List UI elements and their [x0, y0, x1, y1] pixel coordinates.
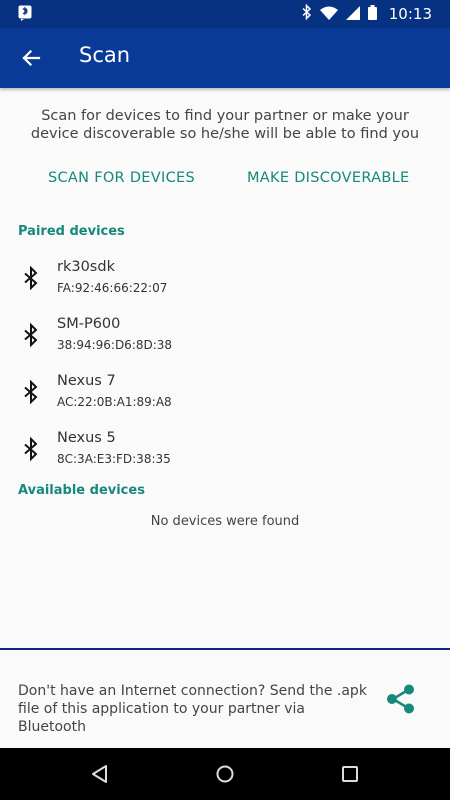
list-item[interactable]: SM-P600 38:94:96:D6:8D:38: [0, 311, 450, 368]
bluetooth-icon: [24, 380, 38, 404]
intro-text: Scan for devices to find your partner or…: [30, 108, 420, 142]
nav-recents-button[interactable]: [339, 763, 361, 785]
share-button[interactable]: [383, 681, 419, 717]
device-mac-address: 8C:3A:E3:FD:38:35: [57, 452, 171, 466]
nav-recents-icon: [342, 766, 358, 782]
status-time: 10:13: [388, 5, 432, 23]
device-name: SM-P600: [57, 316, 121, 332]
share-icon: [387, 684, 414, 714]
navigation-bar: [0, 748, 450, 800]
list-item[interactable]: Nexus 7 AC:22:0B:A1:89:A8: [0, 368, 450, 425]
device-name: Nexus 5: [57, 430, 116, 446]
status-bar: 10:13: [0, 0, 450, 28]
paired-device-list: rk30sdk FA:92:46:66:22:07 SM-P600 38:94:…: [0, 254, 450, 482]
nav-back-icon: [92, 765, 107, 783]
battery-icon: [367, 4, 377, 24]
device-mac-address: FA:92:46:66:22:07: [57, 281, 168, 295]
page-title: Scan: [79, 43, 131, 67]
nav-home-button[interactable]: [214, 763, 236, 785]
notification-app-icon: [18, 5, 32, 25]
bluetooth-icon: [24, 323, 38, 347]
bluetooth-icon: [24, 266, 38, 290]
app-bar: Scan: [0, 28, 450, 88]
device-mac-address: 38:94:96:D6:8D:38: [57, 338, 173, 352]
scan-for-devices-button[interactable]: SCAN FOR DEVICES: [48, 170, 195, 186]
list-item[interactable]: Nexus 5 8C:3A:E3:FD:38:35: [0, 425, 450, 482]
paired-devices-header: Paired devices: [18, 224, 125, 239]
action-bar: SCAN FOR DEVICES MAKE DISCOVERABLE: [0, 170, 450, 190]
arrow-back-icon: [22, 49, 41, 67]
nav-back-button[interactable]: [89, 763, 111, 785]
empty-state-text: No devices were found: [150, 514, 300, 529]
bluetooth-icon: [302, 3, 312, 24]
list-item[interactable]: rk30sdk FA:92:46:66:22:07: [0, 254, 450, 311]
footer-text: Don't have an Internet connection? Send …: [18, 683, 367, 735]
footer-divider: [0, 648, 450, 650]
device-name: rk30sdk: [57, 259, 115, 275]
bluetooth-icon: [24, 437, 38, 461]
device-name: Nexus 7: [57, 373, 116, 389]
make-discoverable-button[interactable]: MAKE DISCOVERABLE: [247, 170, 409, 186]
nav-home-icon: [216, 765, 234, 783]
device-mac-address: AC:22:0B:A1:89:A8: [57, 395, 172, 409]
wifi-icon: [319, 5, 338, 24]
back-button[interactable]: [14, 42, 48, 74]
signal-icon: [345, 5, 360, 24]
available-devices-header: Available devices: [18, 483, 145, 498]
